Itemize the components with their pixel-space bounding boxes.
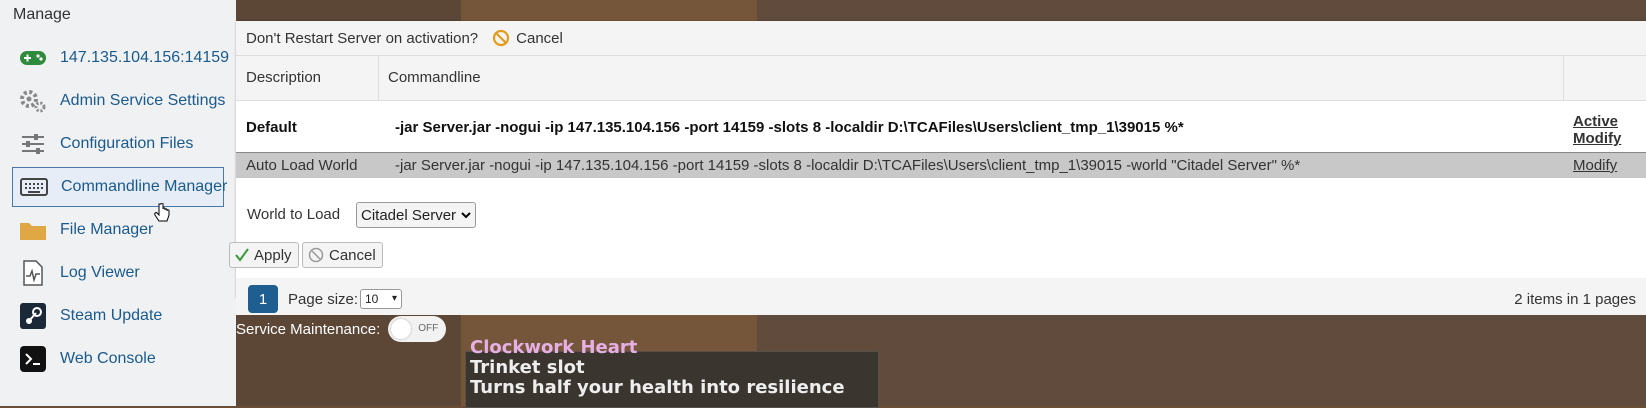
hand-cursor-icon <box>154 203 170 222</box>
sidebar: Manage 147.135.104.156:14159 Admin Servi… <box>0 0 236 406</box>
world-select[interactable]: Citadel Server <box>356 202 477 228</box>
sidebar-item-server[interactable]: 147.135.104.156:14159 <box>12 38 229 78</box>
sidebar-item-label: Steam Update <box>60 307 163 324</box>
row-actions: Modify <box>1573 157 1617 174</box>
service-maintenance-label: Service Maintenance: <box>236 320 381 338</box>
game-item-slot: Trinket slot <box>470 357 585 378</box>
column-divider <box>1563 56 1564 100</box>
sidebar-item-file-manager[interactable]: File Manager <box>12 210 224 250</box>
activation-toolbar: Don't Restart Server on activation? Canc… <box>236 21 1646 56</box>
grid-header: Description Commandline <box>236 56 1646 101</box>
sidebar-item-web-console[interactable]: Web Console <box>12 339 224 379</box>
edit-cancel-button[interactable]: Cancel <box>302 242 383 268</box>
sidebar-item-label: 147.135.104.156:14159 <box>60 49 230 66</box>
sidebar-item-label: Log Viewer <box>60 264 140 281</box>
toolbar-cancel-button[interactable]: Cancel <box>492 29 563 47</box>
sidebar-item-label: Admin Service Settings <box>60 92 226 109</box>
sidebar-title: Manage <box>13 6 71 23</box>
sidebar-item-config-files[interactable]: Configuration Files <box>12 124 224 164</box>
restart-prompt: Don't Restart Server on activation? <box>246 29 479 47</box>
world-select-value: Citadel Server <box>361 206 457 224</box>
toolbar-cancel-label: Cancel <box>516 29 563 47</box>
game-item-name: Clockwork Heart <box>470 337 638 358</box>
row-commandline: -jar Server.jar -nogui -ip 147.135.104.1… <box>395 119 1184 136</box>
table-row-selected[interactable]: Auto Load World -jar Server.jar -nogui -… <box>236 153 1646 178</box>
toggle-state-text: OFF <box>418 323 439 334</box>
active-link[interactable]: Active <box>1573 113 1621 130</box>
chevron-down-icon: ▾ <box>391 293 397 304</box>
log-file-icon <box>18 260 48 286</box>
terminal-icon <box>18 346 48 372</box>
sidebar-item-label: Web Console <box>60 350 156 367</box>
service-maintenance: Service Maintenance: OFF <box>236 316 447 342</box>
row-description: Default <box>246 119 297 136</box>
page-size-label: Page size: <box>288 291 359 308</box>
column-header-commandline[interactable]: Commandline <box>388 69 481 86</box>
items-info: 2 items in 1 pages <box>1514 291 1636 308</box>
sliders-icon <box>18 132 48 156</box>
row-commandline: -jar Server.jar -nogui -ip 147.135.104.1… <box>395 157 1301 174</box>
page-size-select[interactable]: 10 ▾ <box>360 289 402 309</box>
apply-button[interactable]: Apply <box>229 242 299 268</box>
commandline-grid-panel: Don't Restart Server on activation? Canc… <box>229 21 1646 315</box>
steam-icon <box>18 303 48 329</box>
maintenance-toggle[interactable]: OFF <box>388 316 447 342</box>
game-item-desc: Turns half your health into resilience <box>470 377 845 398</box>
column-header-description[interactable]: Description <box>246 69 321 86</box>
table-row[interactable]: Default -jar Server.jar -nogui -ip 147.1… <box>236 101 1646 153</box>
sidebar-item-log-viewer[interactable]: Log Viewer <box>12 253 224 293</box>
keyboard-icon <box>19 175 49 199</box>
row-edit-form: World to Load Citadel Server Apply Cance… <box>229 179 1646 279</box>
pager: 1 Page size: 10 ▾ 2 items in 1 pages <box>236 278 1646 315</box>
sidebar-item-steam-update[interactable]: Steam Update <box>12 296 224 336</box>
sidebar-item-label: File Manager <box>60 221 154 238</box>
checkmark-icon <box>235 248 249 262</box>
world-to-load-label: World to Load <box>247 206 341 223</box>
apply-label: Apply <box>254 246 292 264</box>
cancel-icon <box>308 247 324 263</box>
gears-icon <box>18 89 48 113</box>
folder-icon <box>18 218 48 242</box>
sidebar-item-admin-settings[interactable]: Admin Service Settings <box>12 81 226 121</box>
modify-link[interactable]: Modify <box>1573 157 1617 174</box>
sidebar-item-label: Commandline Manager <box>61 178 228 195</box>
edit-cancel-label: Cancel <box>329 246 376 264</box>
sidebar-item-label: Configuration Files <box>60 135 194 152</box>
row-actions: Active Modify <box>1573 113 1621 147</box>
cancel-icon <box>493 29 510 47</box>
page-button-1[interactable]: 1 <box>248 285 278 313</box>
row-description: Auto Load World <box>246 157 358 174</box>
toggle-knob <box>391 319 412 339</box>
modify-link[interactable]: Modify <box>1573 130 1621 147</box>
column-divider <box>378 56 379 100</box>
sidebar-item-commandline-manager[interactable]: Commandline Manager <box>12 167 228 207</box>
gamepad-icon <box>18 46 48 70</box>
chevron-down-icon <box>461 212 471 219</box>
page-size-value: 10 <box>365 292 379 306</box>
